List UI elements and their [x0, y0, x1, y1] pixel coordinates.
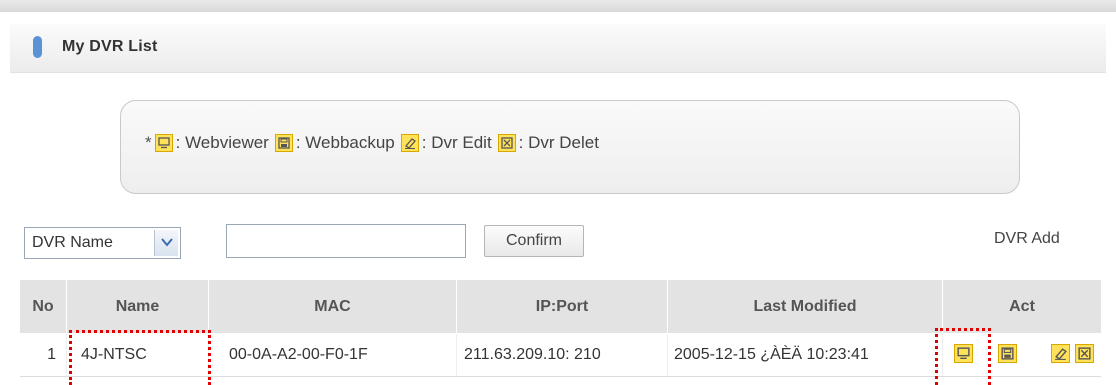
section-header: My DVR List [10, 24, 1106, 73]
column-header-ip-port: IP:Port [457, 280, 668, 333]
search-input[interactable] [226, 224, 466, 258]
legend-dvr-delete-label: : Dvr Delet [518, 133, 599, 152]
webbackup-icon[interactable] [998, 344, 1017, 363]
icon-legend: * : Webviewer : Webbackup : Dvr Edit : D… [120, 100, 1020, 194]
dvr-edit-icon[interactable] [1051, 344, 1070, 363]
chevron-down-icon[interactable] [154, 230, 178, 256]
highlight-name-box [69, 330, 211, 385]
page-title: My DVR List [62, 38, 158, 55]
search-field-selected: DVR Name [32, 234, 113, 251]
webbackup-icon [274, 134, 293, 152]
column-header-name: Name [67, 280, 209, 333]
confirm-button[interactable]: Confirm [484, 225, 584, 257]
column-header-act: Act [943, 280, 1101, 333]
webviewer-icon [154, 134, 173, 152]
row-ip-port: 211.63.209.10: 210 [457, 334, 668, 376]
row-mac: 00-0A-A2-00-F0-1F [209, 334, 457, 376]
legend-dvr-edit-label: : Dvr Edit [421, 133, 492, 152]
dvr-delete-icon [497, 134, 516, 152]
column-header-last-modified: Last Modified [668, 280, 943, 333]
row-no: 1 [20, 334, 67, 376]
legend-webviewer-label: : Webviewer [175, 133, 269, 152]
legend-star: * [145, 133, 152, 152]
dvr-delete-icon[interactable] [1075, 344, 1094, 363]
row-last-modified: 2005-12-15 ¿ÀÈÄ 10:23:41 [668, 334, 943, 376]
top-bar [0, 0, 1116, 12]
column-header-no: No [20, 280, 67, 333]
section-bullet-icon [33, 36, 42, 58]
highlight-webviewer-box [935, 328, 991, 385]
column-header-mac: MAC [209, 280, 457, 333]
legend-webbackup-label: : Webbackup [295, 133, 395, 152]
dvr-add-link[interactable]: DVR Add [994, 230, 1060, 248]
search-field-select[interactable]: DVR Name [24, 227, 181, 259]
dvr-edit-icon [400, 134, 419, 152]
